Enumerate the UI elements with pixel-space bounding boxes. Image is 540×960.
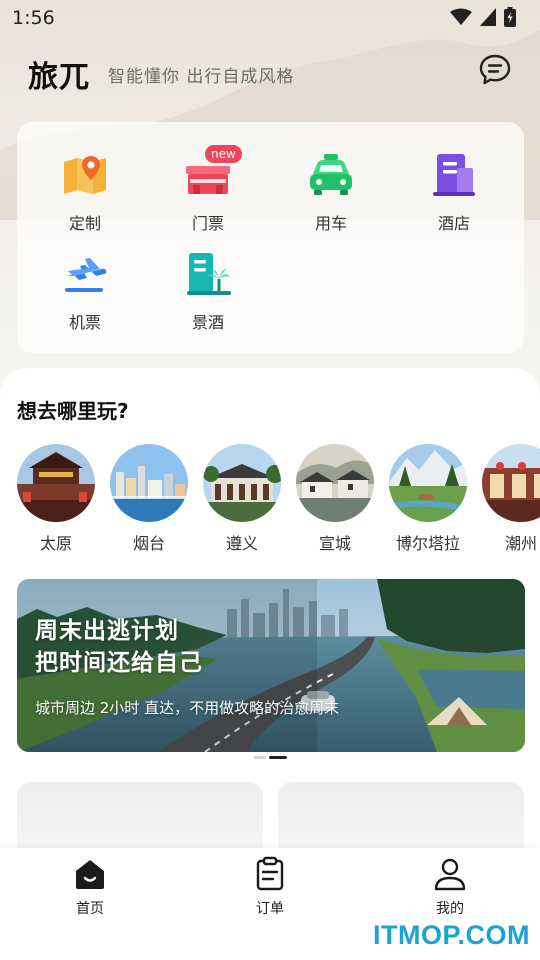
destination-photo: [296, 444, 374, 522]
orders-icon: [256, 856, 284, 891]
status-time: 1:56: [12, 7, 55, 29]
service-resort[interactable]: 景酒: [153, 249, 263, 339]
wifi-icon: [450, 8, 472, 25]
destination-item[interactable]: 潮州: [482, 444, 540, 554]
status-bar: 1:56: [0, 0, 540, 36]
destination-item[interactable]: 遵义: [203, 444, 281, 554]
battery-icon: [504, 7, 516, 27]
nav-profile[interactable]: 我的: [410, 856, 490, 918]
service-label: 用车: [314, 214, 347, 233]
pagination-dot[interactable]: [254, 756, 266, 759]
watermark: ITMOP.COM: [372, 920, 530, 950]
destination-photo: [482, 444, 540, 522]
service-label: 机票: [68, 313, 101, 332]
service-label: 景酒: [191, 313, 224, 332]
destination-photo: [203, 444, 281, 522]
destination-name: 宣城: [318, 534, 351, 553]
status-icons: [450, 7, 516, 27]
app-header: 旅兀 智能懂你 出行自成风格: [0, 48, 540, 98]
service-flights[interactable]: 机票: [30, 249, 140, 339]
app-tagline: 智能懂你 出行自成风格: [108, 67, 295, 87]
banner-title: 周末出逃计划 把时间还给自己: [35, 615, 203, 679]
taxi-icon: [310, 154, 352, 195]
nav-orders[interactable]: 订单: [230, 856, 310, 918]
service-custom[interactable]: 定制: [30, 150, 140, 240]
map-pin-icon: [64, 156, 106, 194]
service-label: 酒店: [437, 214, 470, 233]
nav-label: 我的: [436, 901, 464, 917]
destination-name: 博尔塔拉: [395, 534, 460, 553]
nav-home[interactable]: 首页: [50, 856, 130, 918]
pagination-dot-active[interactable]: [269, 756, 287, 759]
service-hotel[interactable]: 酒店: [399, 150, 509, 240]
promo-banner[interactable]: 周末出逃计划 把时间还给自己 城市周边 2小时 直达，不用做攻略的治愈周末: [17, 579, 525, 752]
app-logo: 旅兀: [28, 60, 90, 95]
destination-photo: [110, 444, 188, 522]
banner-title-line2: 把时间还给自己: [35, 650, 203, 676]
destination-photo: [17, 444, 95, 522]
banner-subtitle: 城市周边 2小时 直达，不用做攻略的治愈周末: [35, 699, 340, 717]
destinations-title: 想去哪里玩?: [17, 399, 129, 423]
message-icon[interactable]: [478, 53, 512, 87]
service-label: 门票: [191, 214, 224, 233]
new-badge: new: [205, 145, 242, 163]
profile-icon: [434, 858, 466, 891]
destination-name: 烟台: [132, 534, 165, 553]
airplane-icon: [65, 258, 107, 292]
destination-item[interactable]: 宣城: [296, 444, 374, 554]
home-icon: [76, 860, 104, 889]
banner-title-line1: 周末出逃计划: [35, 618, 179, 644]
banner-pagination: [254, 756, 287, 759]
destination-name: 潮州: [504, 534, 537, 553]
services-card: 定制 new 门票 用车 酒店 机票 景酒: [17, 122, 524, 353]
nav-label: 订单: [256, 901, 284, 917]
destination-name: 遵义: [225, 534, 258, 553]
destination-item[interactable]: 烟台: [110, 444, 188, 554]
nav-label: 首页: [76, 901, 104, 917]
service-car[interactable]: 用车: [276, 150, 386, 240]
destination-item[interactable]: 太原: [17, 444, 95, 554]
destination-photo: [389, 444, 467, 522]
service-tickets[interactable]: new 门票: [153, 145, 263, 240]
destination-item[interactable]: 博尔塔拉: [389, 444, 467, 554]
destinations-scroll[interactable]: 太原 烟台 遵义 宣城 博尔塔拉 潮州: [17, 444, 540, 554]
service-label: 定制: [68, 214, 101, 233]
destination-name: 太原: [39, 534, 72, 553]
hotel-icon: [433, 154, 475, 196]
resort-hotel-icon: [187, 253, 231, 295]
signal-icon: [480, 8, 496, 26]
